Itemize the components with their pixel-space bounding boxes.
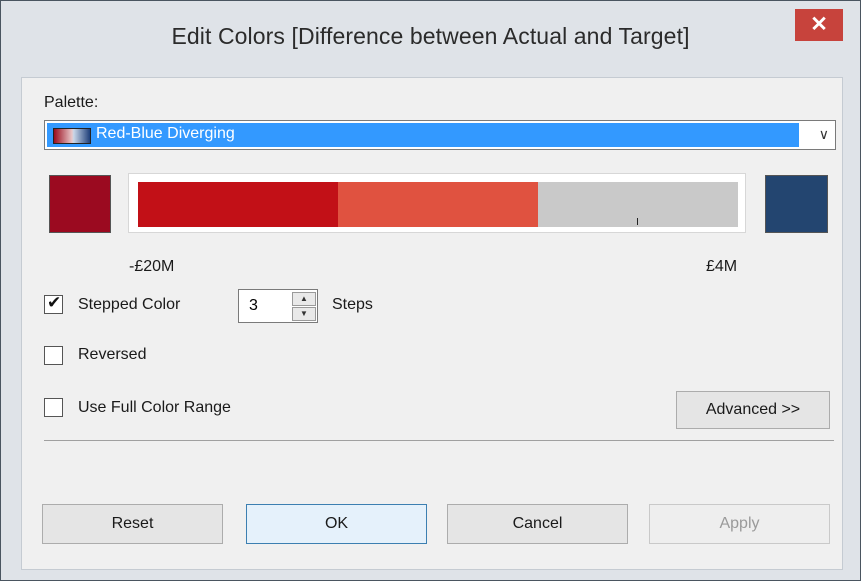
steps-value[interactable]: 3 — [249, 297, 258, 315]
chevron-down-icon[interactable]: ∨ — [819, 126, 829, 143]
full-color-range-label: Use Full Color Range — [78, 399, 231, 416]
palette-dropdown[interactable]: Red-Blue Diverging ∨ — [44, 120, 836, 150]
title-bar[interactable]: Edit Colors [Difference between Actual a… — [1, 1, 860, 77]
range-min-label: -£20M — [129, 258, 175, 275]
reversed-checkbox[interactable] — [44, 346, 63, 365]
edit-colors-dialog: Edit Colors [Difference between Actual a… — [0, 0, 861, 581]
range-max-label: £4M — [706, 258, 738, 275]
start-color-swatch[interactable] — [49, 175, 111, 233]
separator — [44, 440, 834, 441]
color-ramp-step — [138, 182, 338, 227]
dialog-body: Palette: Red-Blue Diverging ∨ -£20M £4M … — [21, 77, 843, 570]
ok-button[interactable]: OK — [246, 504, 427, 544]
advanced-button[interactable]: Advanced >> — [676, 391, 830, 429]
palette-selected-value: Red-Blue Diverging — [96, 125, 235, 142]
palette-preview-icon — [53, 128, 91, 144]
full-color-range-checkbox[interactable] — [44, 398, 63, 417]
checkmark-icon: ✔ — [47, 293, 62, 312]
cancel-button[interactable]: Cancel — [447, 504, 628, 544]
dialog-title: Edit Colors [Difference between Actual a… — [171, 23, 690, 49]
color-ramp-step — [538, 182, 738, 227]
end-color-swatch[interactable] — [765, 175, 828, 233]
stepper-down-icon[interactable]: ▼ — [292, 307, 316, 321]
reversed-label: Reversed — [78, 346, 147, 363]
close-button[interactable]: ✕ — [795, 9, 843, 41]
palette-label: Palette: — [44, 94, 99, 111]
palette-selected-highlight: Red-Blue Diverging — [47, 123, 799, 147]
color-ramp — [128, 173, 746, 233]
stepper-up-icon[interactable]: ▲ — [292, 292, 316, 306]
close-icon: ✕ — [810, 13, 828, 36]
stepped-color-checkbox[interactable]: ✔ — [44, 293, 63, 314]
stepped-color-label: Stepped Color — [78, 296, 181, 313]
color-ramp-step — [338, 182, 538, 227]
steps-stepper[interactable]: 3 ▲ ▼ — [238, 289, 318, 323]
color-ramp-steps — [138, 182, 738, 227]
apply-button: Apply — [649, 504, 830, 544]
steps-label: Steps — [332, 296, 373, 313]
zero-tick-mark — [637, 218, 638, 225]
reset-button[interactable]: Reset — [42, 504, 223, 544]
